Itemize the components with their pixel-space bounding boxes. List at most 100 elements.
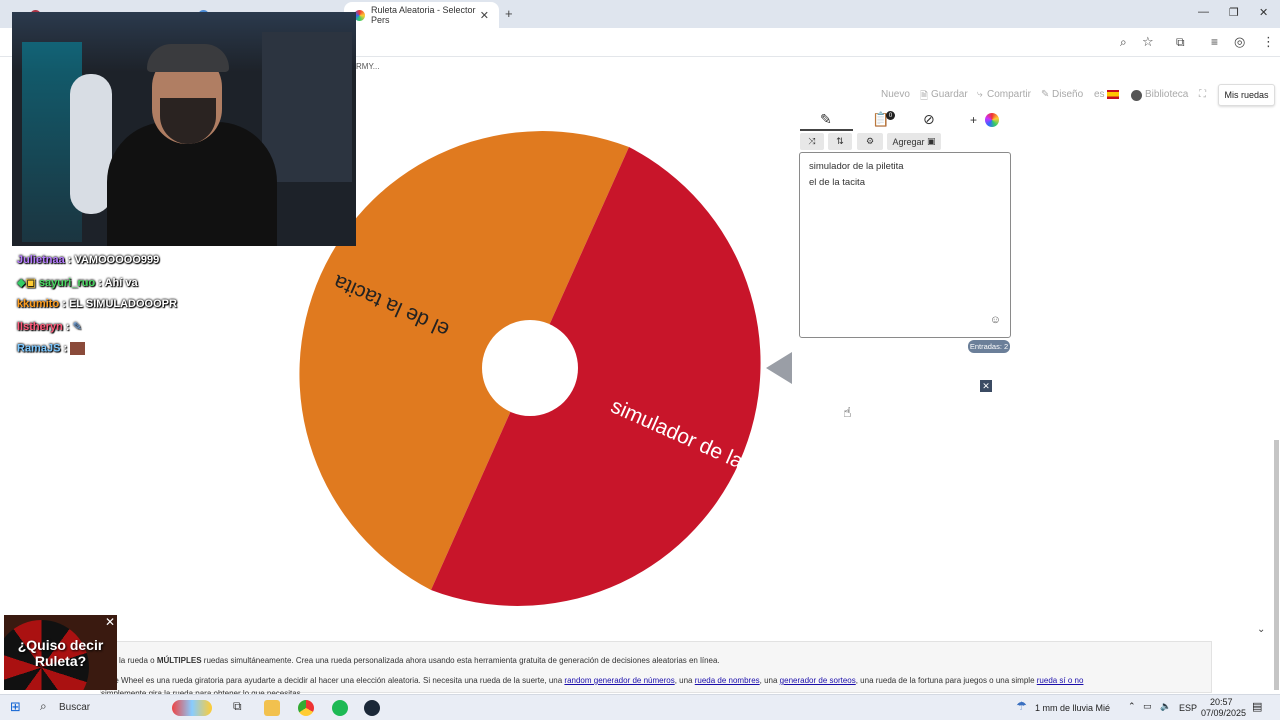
maximize-icon[interactable]: ❐ xyxy=(1229,6,1239,19)
globe-icon xyxy=(1131,90,1142,101)
profile-icon[interactable]: ◎ xyxy=(1234,34,1245,50)
close-icon[interactable]: ✕ xyxy=(980,380,992,392)
link-random-numbers[interactable]: random generador de números xyxy=(564,676,674,685)
ad-line-1: ¿Quiso decir xyxy=(17,637,104,653)
close-tab-icon[interactable]: ✕ xyxy=(480,9,489,22)
text: , una rueda de la fortuna para juegos o … xyxy=(855,676,1037,685)
scrollbar[interactable] xyxy=(1274,440,1279,690)
steam-icon[interactable] xyxy=(364,700,380,716)
spotify-icon[interactable] xyxy=(332,700,348,716)
tab-ruleta[interactable]: Ruleta Aleatoria - Selector Pers ✕ xyxy=(344,2,499,28)
emote-icon xyxy=(70,342,86,355)
new-tab-button[interactable]: + xyxy=(505,6,513,21)
media-icon[interactable]: ≡ xyxy=(1211,35,1218,49)
shuffle-button[interactable]: ⤨ xyxy=(800,133,824,150)
scroll-down-chevron-icon[interactable]: ⌄ xyxy=(1257,624,1265,635)
search-highlight-icon[interactable] xyxy=(172,700,212,716)
chat-text: Ahí va xyxy=(104,277,138,289)
text: ruedas simultáneamente. Crea una rueda p… xyxy=(201,656,720,665)
hide-eye-icon[interactable]: ⊘ xyxy=(923,111,935,128)
menu-icon[interactable]: ⋮ xyxy=(1262,34,1275,50)
emote-icon: ✎ xyxy=(72,321,82,333)
close-ad-icon[interactable]: ✕ xyxy=(105,615,115,629)
sort-icon: ⇅ xyxy=(836,136,844,146)
webcam-overlay xyxy=(12,12,356,246)
guardar-link[interactable]: Guardar xyxy=(931,89,968,100)
chat-message: kkumito : EL SIMULADOOOPR xyxy=(17,298,177,310)
wheel-center[interactable] xyxy=(482,320,578,416)
nuevo-link[interactable]: Nuevo xyxy=(881,89,910,100)
compartir-link[interactable]: Compartir xyxy=(987,89,1031,100)
input-language[interactable]: ESP xyxy=(1179,703,1197,713)
share-icon: ⤷ xyxy=(977,89,983,100)
tab-title: Ruleta Aleatoria - Selector Pers xyxy=(371,5,476,25)
agregar-button[interactable]: Agregar ▣ xyxy=(887,133,941,150)
entries-count-badge: Entradas: 2 xyxy=(968,340,1010,353)
emoji-icon[interactable]: ☺ xyxy=(990,312,1001,328)
sort-button[interactable]: ⇅ xyxy=(828,133,852,150)
results-count-badge: 0 xyxy=(886,111,895,120)
spin-wheel[interactable]: simulador de la p... el de la tacita xyxy=(287,125,773,611)
notifications-icon[interactable]: ▤ xyxy=(1252,700,1262,713)
taskbar-search[interactable]: Buscar xyxy=(59,702,90,713)
biblioteca-link[interactable]: Biblioteca xyxy=(1145,89,1188,100)
search-icon: ⌕ xyxy=(40,699,47,713)
clock-date[interactable]: 07/09/2025 xyxy=(1201,708,1246,718)
link-rueda-nombres[interactable]: rueda de nombres xyxy=(695,676,760,685)
language-link[interactable]: es xyxy=(1094,89,1105,100)
windows-start-icon[interactable]: ⊞ xyxy=(10,699,21,715)
extensions-icon[interactable]: ⧉ xyxy=(1176,35,1185,50)
roulette-ad[interactable]: ¿Quiso decir Ruleta? ✕ xyxy=(4,615,117,690)
text-bold: MÚLTIPLES xyxy=(156,656,202,665)
sub-badge-icon: ▣ xyxy=(25,277,36,289)
window-close-icon[interactable]: ✕ xyxy=(1259,6,1268,19)
description-line-1: la rueda o MÚLTIPLES ruedas simultáneame… xyxy=(119,656,720,665)
fullscreen-icon[interactable]: ⛶ xyxy=(1199,89,1206,100)
gear-icon: ⚙ xyxy=(865,136,875,146)
chat-message: Julietnaa : VAMOOOOO999 xyxy=(17,254,160,266)
shuffle-icon: ⤨ xyxy=(808,136,816,146)
link-sorteos[interactable]: generador de sorteos xyxy=(780,676,856,685)
settings-button[interactable]: ⚙ xyxy=(857,133,883,150)
diseno-link[interactable]: Diseño xyxy=(1052,89,1083,100)
chat-text: VAMOOOOO999 xyxy=(74,254,160,266)
mis-ruedas-button[interactable]: Mis ruedas xyxy=(1218,84,1275,106)
show-hidden-icons-icon[interactable]: ⌃ xyxy=(1128,701,1136,712)
minimize-icon[interactable]: — xyxy=(1198,6,1209,18)
chat-user: Julietnaa xyxy=(17,254,65,266)
volume-icon[interactable]: 🔈 xyxy=(1160,701,1171,712)
chat-message: llstheryn : ✎ xyxy=(17,321,82,333)
star-icon[interactable]: ☆ xyxy=(1142,34,1154,50)
image-icon: ▣ xyxy=(927,136,936,146)
chat-user: kkumito xyxy=(17,298,60,310)
text: , una xyxy=(759,676,780,685)
chat-message: ◆▣ sayuri_ruo : Ahí va xyxy=(17,277,138,289)
chat-user: RamaJS xyxy=(17,342,61,355)
clock-time[interactable]: 20:57 xyxy=(1210,697,1233,707)
chat-text: EL SIMULADOOOPR xyxy=(68,298,177,310)
save-icon: 🗎 xyxy=(920,91,929,102)
spain-flag-icon xyxy=(1107,90,1119,99)
bookmark-item[interactable]: RMY... xyxy=(356,62,379,71)
weather-text[interactable]: 1 mm de lluvia Mié xyxy=(1035,703,1110,713)
text: n the Wheel es una rueda giratoria para … xyxy=(101,676,565,685)
battery-icon[interactable]: ▭ xyxy=(1143,701,1152,712)
add-wheel-plus-icon[interactable]: + xyxy=(970,113,977,127)
chrome-icon[interactable] xyxy=(298,700,314,716)
wheel-pointer-icon xyxy=(766,352,792,384)
taskbar: ⊞ ⌕ Buscar ⧉ ☂ 1 mm de lluvia Mié ⌃ ▭ 🔈 … xyxy=(0,694,1280,720)
file-explorer-icon[interactable] xyxy=(264,700,280,716)
chat-user: sayuri_ruo xyxy=(38,277,96,289)
link-si-no[interactable]: rueda sí o no xyxy=(1037,676,1084,685)
task-view-icon[interactable]: ⧉ xyxy=(233,699,242,714)
zoom-icon[interactable]: ⌕ xyxy=(1120,35,1127,50)
ad-line-2: Ruleta? xyxy=(34,653,87,669)
cap xyxy=(147,44,229,72)
entry-line: el de la tacita xyxy=(809,177,865,188)
weather-icon: ☂ xyxy=(1016,699,1027,713)
edit-pencil-icon[interactable]: ✎ xyxy=(820,111,832,128)
chat-user: llstheryn xyxy=(17,321,63,333)
color-wheel-icon[interactable] xyxy=(985,113,999,127)
entries-textarea[interactable]: simulador de la piletita el de la tacita… xyxy=(799,152,1011,338)
description-line-2: n the Wheel es una rueda giratoria para … xyxy=(101,676,1083,685)
